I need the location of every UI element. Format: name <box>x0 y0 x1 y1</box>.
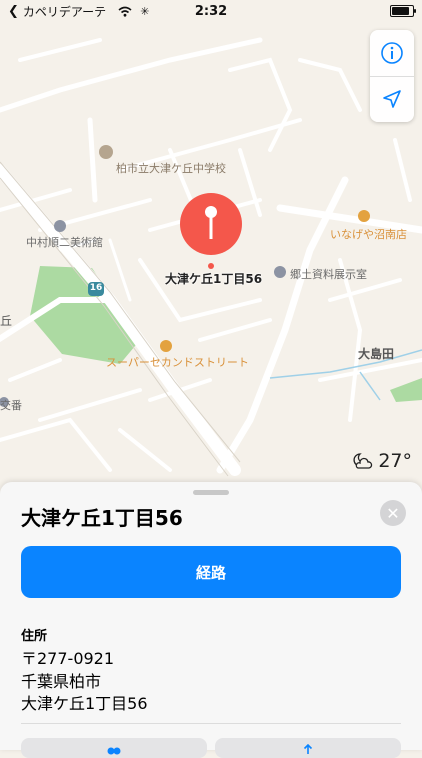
place-title: 大津ケ丘1丁目56 <box>21 506 183 530</box>
route-number-label: 16 <box>89 283 103 293</box>
battery-icon <box>390 5 416 17</box>
museum-icon <box>54 220 66 232</box>
directions-button-label: 経路 <box>195 563 226 582</box>
share-icon <box>303 744 313 754</box>
add-favorite-button[interactable] <box>21 738 207 758</box>
place-card-sheet: 大津ケ丘1丁目56 ✕ 経路 住所 〒277-0921 千葉県柏市 大津ケ丘1丁… <box>0 482 422 758</box>
address-street[interactable]: 大津ケ丘1丁目56 <box>21 690 148 714</box>
weather-temperature: 27° <box>378 450 412 472</box>
place-label-exhibit[interactable]: 郷土資料展示室 <box>290 266 367 282</box>
info-button[interactable] <box>370 30 414 77</box>
place-label-store[interactable]: いなげや沼南店 <box>330 226 407 242</box>
partly-cloudy-night-icon <box>353 453 373 469</box>
place-label-district: 大島田 <box>358 347 395 361</box>
contact-icon <box>107 747 121 755</box>
school-icon <box>99 145 113 159</box>
activity-spinner-icon: ✳ <box>140 4 150 18</box>
status-bar: ❮ カペリデアーテ ✳ 2:32 <box>0 0 422 22</box>
place-label-edge: 丘 <box>0 314 13 328</box>
close-icon: ✕ <box>386 503 400 523</box>
map-controls <box>370 30 414 122</box>
address-label: 住所 <box>21 629 48 644</box>
back-to-app[interactable]: ❮ カペリデアーテ ✳ <box>8 3 149 20</box>
address-postal[interactable]: 〒277-0921 <box>21 645 114 669</box>
sheet-grabber[interactable] <box>193 490 229 495</box>
weather-indicator: 27° <box>352 450 412 472</box>
place-label-supermarket[interactable]: スーパーセカンドストリート <box>106 354 249 370</box>
current-location-button[interactable] <box>370 77 414 123</box>
location-arrow-icon <box>383 90 401 109</box>
supermarket-icon <box>160 340 172 352</box>
address-city[interactable]: 千葉県柏市 <box>21 668 101 692</box>
exhibit-icon <box>274 266 286 278</box>
place-label-school[interactable]: 柏市立大津ケ丘中学校 <box>116 160 226 176</box>
pin-label: 大津ケ丘1丁目56 <box>165 272 263 286</box>
place-label-museum[interactable]: 中村順二美術館 <box>26 234 103 250</box>
place-label-koban[interactable]: 交番 <box>0 397 22 413</box>
wifi-icon <box>118 6 132 17</box>
close-button[interactable]: ✕ <box>380 500 406 526</box>
info-icon <box>381 41 403 64</box>
back-app-label: カペリデアーテ <box>22 4 107 19</box>
section-divider <box>21 723 401 724</box>
store-icon <box>358 210 370 222</box>
directions-button[interactable]: 経路 <box>21 546 401 598</box>
back-chevron-icon: ❮ <box>8 3 19 19</box>
share-button[interactable] <box>215 738 401 758</box>
